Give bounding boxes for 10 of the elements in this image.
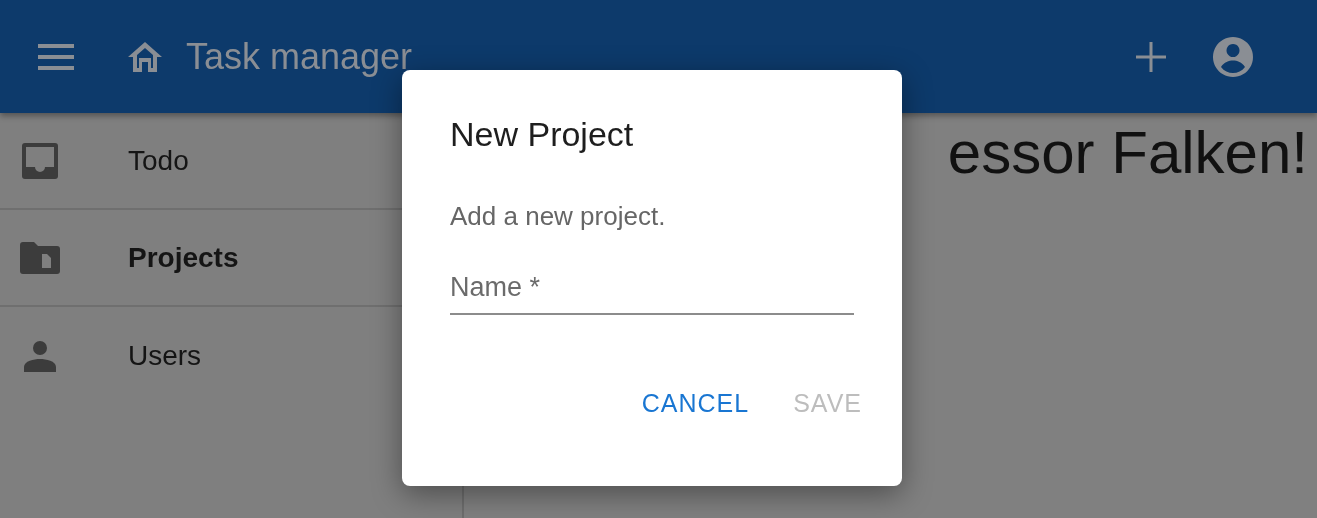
home-icon[interactable] (126, 39, 164, 74)
menu-icon[interactable] (38, 43, 74, 70)
app-title: Task manager (186, 35, 413, 78)
text-button[interactable]: CANCEL (629, 381, 762, 426)
inbox-icon (20, 142, 60, 179)
add-icon[interactable] (1136, 41, 1166, 72)
name-field[interactable]: Name * (450, 272, 854, 315)
welcome-heading: essor Falken! (947, 118, 1308, 188)
folder-icon (20, 241, 60, 274)
account-icon[interactable] (1213, 36, 1253, 77)
